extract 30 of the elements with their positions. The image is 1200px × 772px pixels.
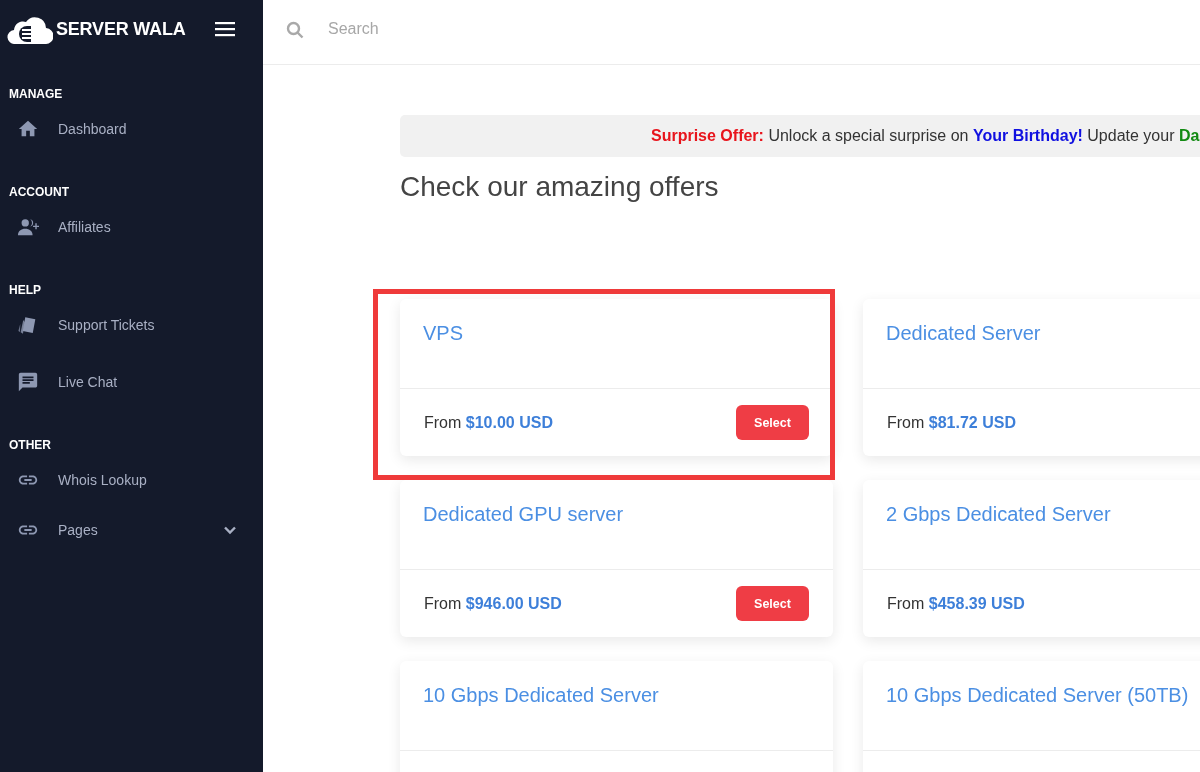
price-text: From $81.72 USD bbox=[887, 413, 1016, 432]
product-title: VPS bbox=[423, 322, 464, 344]
price-text: From $10.00 USD bbox=[424, 413, 553, 432]
nav-item[interactable]: Dashboard bbox=[0, 104, 263, 154]
menu-icon[interactable] bbox=[214, 21, 235, 37]
add-user-icon bbox=[17, 216, 39, 238]
section-heading: MANAGE bbox=[8, 86, 64, 103]
price-text: From $458.39 USD bbox=[887, 594, 1025, 613]
product-title: Dedicated Server bbox=[886, 322, 1041, 344]
section-heading: OTHER bbox=[8, 437, 52, 454]
search-icon bbox=[286, 21, 304, 39]
nav-item[interactable]: Pages bbox=[0, 505, 263, 555]
offer-text: Surprise Offer: Unlock a special surprise on Your Birthday! Update your Da bbox=[651, 127, 1200, 145]
price-text: From $946.00 USD bbox=[424, 594, 562, 613]
chat-icon bbox=[17, 371, 39, 393]
product-title: 2 Gbps Dedicated Server bbox=[886, 503, 1111, 525]
search-field[interactable]: Search bbox=[328, 20, 828, 38]
section-heading: HELP bbox=[8, 282, 42, 299]
product-title: Dedicated GPU server bbox=[423, 503, 624, 525]
nav-item[interactable]: Live Chat bbox=[0, 357, 263, 407]
section-heading: ACCOUNT bbox=[8, 184, 70, 201]
product-title: 10 Gbps Dedicated Server bbox=[423, 684, 659, 706]
nav-item[interactable]: Affiliates bbox=[0, 202, 263, 252]
product-title: 10 Gbps Dedicated Server (50TB) bbox=[886, 684, 1189, 706]
nav-item[interactable]: Support Tickets bbox=[0, 300, 263, 350]
page-heading: Check our amazing offers bbox=[400, 171, 720, 203]
select-button[interactable]: Select bbox=[736, 586, 809, 621]
brand-name: SERVER WALA bbox=[56, 18, 186, 40]
nav-item[interactable]: Whois Lookup bbox=[0, 455, 263, 505]
select-button[interactable]: Select bbox=[736, 405, 809, 440]
